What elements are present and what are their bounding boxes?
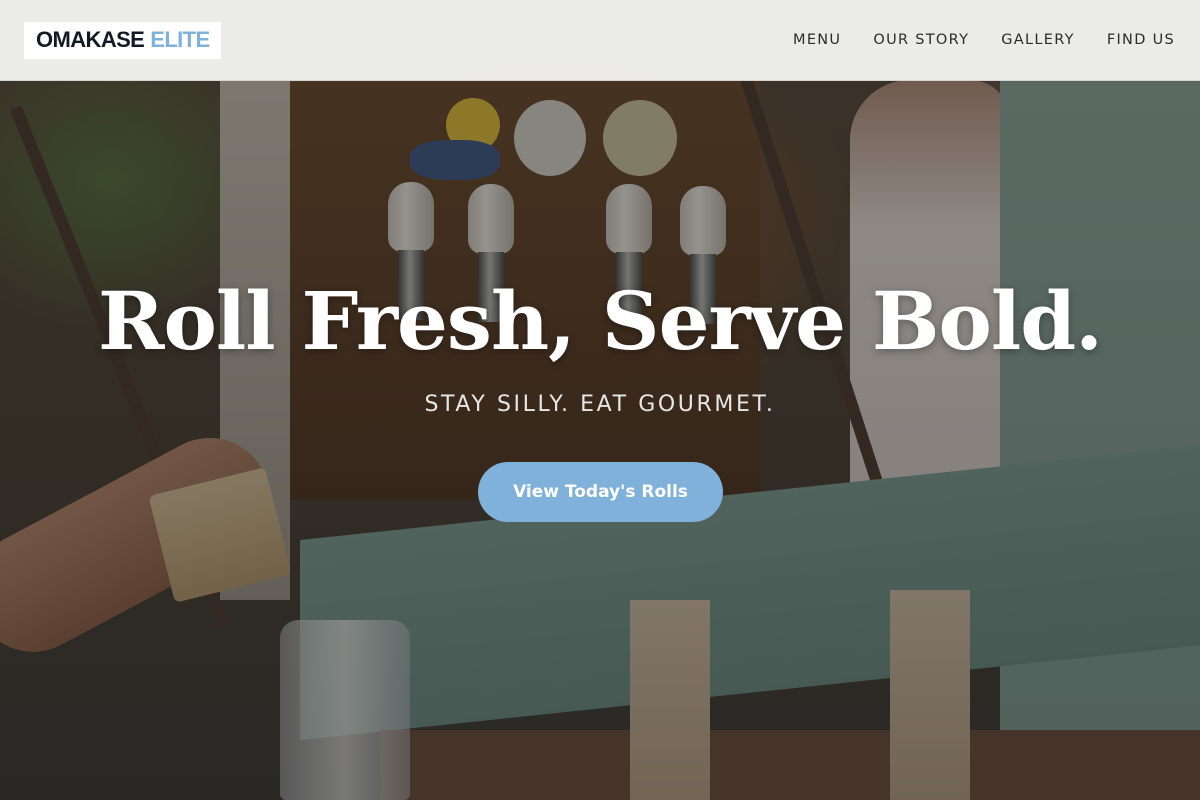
logo-text-primary: OMAKASE	[36, 27, 145, 52]
nav-link-our-story[interactable]: OUR STORY	[873, 32, 969, 48]
hero-title: Roll Fresh, Serve Bold.	[97, 274, 1103, 368]
nav-link-menu[interactable]: MENU	[793, 32, 841, 48]
main-nav: MENU OUR STORY GALLERY FIND US	[793, 32, 1175, 48]
logo-text-accent: ELITE	[150, 27, 210, 52]
hero-subtitle: STAY SILLY. EAT GOURMET.	[424, 392, 776, 417]
nav-link-gallery[interactable]: GALLERY	[1001, 32, 1075, 48]
nav-link-find-us[interactable]: FIND US	[1107, 32, 1175, 48]
site-logo[interactable]: OMAKASE ELITE	[24, 21, 221, 59]
site-header: OMAKASE ELITE MENU OUR STORY GALLERY FIN…	[0, 0, 1200, 81]
view-rolls-button[interactable]: View Today's Rolls	[478, 462, 723, 522]
